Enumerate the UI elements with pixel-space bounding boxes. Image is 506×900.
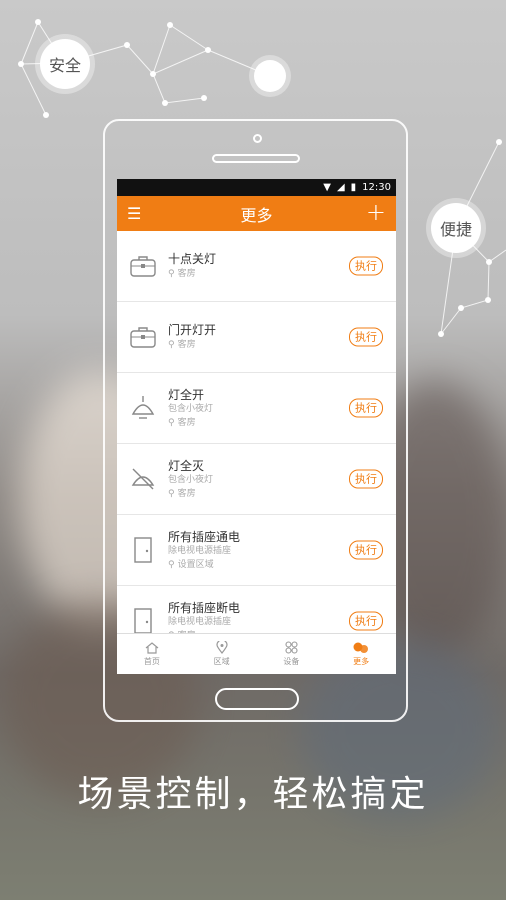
- lamp-off-icon: [131, 468, 155, 490]
- camera-dot: [253, 134, 262, 143]
- tab-label: 设备: [283, 657, 300, 666]
- promo-caption: 场景控制，轻松搞定: [77, 774, 429, 815]
- execute-button[interactable]: 执行: [349, 327, 383, 347]
- scene-title: 灯全开: [168, 387, 205, 402]
- door-icon: [134, 608, 152, 634]
- add-icon[interactable]: +: [366, 199, 386, 225]
- location-icon: [216, 641, 228, 654]
- location-pin-icon: ⚲: [168, 417, 175, 428]
- tab-label: 区域: [213, 657, 230, 666]
- more-icon: [353, 642, 369, 653]
- wifi-icon: ▼: [323, 182, 331, 193]
- execute-button[interactable]: 执行: [349, 611, 383, 631]
- scene-subtitle: 包含小夜灯: [168, 474, 214, 485]
- scene-location: ⚲客房: [168, 487, 213, 501]
- battery-icon: ▮: [350, 182, 357, 193]
- location-pin-icon: ⚲: [168, 559, 175, 570]
- scene-title: 所有插座断电: [168, 600, 241, 615]
- convenience-label: 便捷: [439, 220, 472, 239]
- execute-button[interactable]: 执行: [349, 256, 383, 276]
- scene-title: 门开灯开: [168, 323, 217, 337]
- scene-location: ⚲ 设置区域: [168, 558, 240, 572]
- home-icon: [145, 641, 159, 654]
- location-pin-icon: ⚲: [168, 340, 175, 350]
- scene-list: 十点关灯 ⚲ 客房 执行 门开灯开 ⚲ 客房 执行 灯全开 包含小夜灯 ⚲ 客房 执行: [117, 231, 396, 657]
- execute-button[interactable]: 执行: [349, 469, 383, 489]
- menu-icon[interactable]: ☰: [127, 204, 141, 223]
- app-bar: ☰ 更多 +: [117, 196, 396, 231]
- signal-icon: ◢: [336, 182, 345, 193]
- scene-title: 灯全灭: [168, 458, 205, 473]
- scene-subtitle: 除电视电源插座: [168, 545, 232, 556]
- location-pin-icon: ⚲: [168, 488, 175, 499]
- scene-location-label: 客房: [177, 488, 196, 499]
- scene-subtitle: 除电视电源插座: [168, 616, 232, 627]
- execute-button[interactable]: 执行: [349, 540, 383, 560]
- convenience-bubble: 便捷: [431, 203, 481, 253]
- list-item-text: 灯全开 包含小夜灯 ⚲ 客房: [168, 373, 213, 443]
- status-time: 12:30: [362, 182, 391, 193]
- tab-home[interactable]: 首页: [117, 634, 187, 674]
- list-item[interactable]: 所有插座通电 除电视电源插座 ⚲ 设置区域 执行: [117, 515, 396, 586]
- scene-location-label: 客房: [177, 417, 196, 428]
- scene-location: ⚲客房: [168, 416, 213, 430]
- decorative-bubble: [254, 60, 286, 92]
- list-item[interactable]: 灯全开 包含小夜灯 ⚲ 客房 执行: [117, 373, 396, 444]
- briefcase-icon: [130, 256, 156, 277]
- list-item-text: 所有插座通电 除电视电源插座 ⚲ 设置区域: [168, 515, 240, 585]
- list-item-text: 门开灯开 ⚲ 客房: [168, 302, 216, 372]
- list-item[interactable]: 十点关灯 ⚲ 客房 执行: [117, 231, 396, 302]
- devices-icon: [285, 641, 298, 654]
- location-pin-icon: ⚲: [168, 269, 175, 279]
- scene-subtitle: 包含小夜灯: [168, 403, 214, 414]
- execute-button[interactable]: 执行: [349, 398, 383, 418]
- scene-location: ⚲客房: [168, 338, 216, 352]
- lamp-icon: [131, 396, 155, 419]
- scene-title: 所有插座通电: [168, 529, 241, 544]
- door-icon: [134, 537, 152, 563]
- list-item-text: 灯全灭 包含小夜灯 ⚲ 客房: [168, 444, 213, 514]
- briefcase-icon: [130, 327, 156, 348]
- tab-devices[interactable]: 设备: [257, 634, 327, 674]
- scene-title: 十点关灯: [168, 252, 217, 266]
- security-label: 安全: [48, 56, 81, 75]
- home-button: [215, 688, 299, 710]
- security-bubble: 安全: [40, 39, 90, 89]
- list-item[interactable]: 灯全灭 包含小夜灯 ⚲ 客房 执行: [117, 444, 396, 515]
- page-title: 更多: [240, 205, 273, 225]
- tab-area[interactable]: 区域: [187, 634, 257, 674]
- scene-location: ⚲客房: [168, 267, 216, 281]
- tab-label: 更多: [353, 657, 370, 666]
- tab-label: 首页: [143, 656, 160, 666]
- scene-location-label: 客房: [177, 269, 196, 279]
- scene-location-label: 客房: [177, 340, 196, 350]
- list-item-text: 十点关灯 ⚲ 客房: [168, 231, 216, 301]
- status-bar: ▼ ◢ ▮ 12:30: [117, 179, 396, 196]
- bottom-tab-bar: 首页 区域 设备 更多: [117, 633, 396, 674]
- app-screen: ▼ ◢ ▮ 12:30 ☰ 更多 + 十点关灯 ⚲ 客房 执行 门开灯开 ⚲ 客房 …: [117, 179, 396, 674]
- tab-more[interactable]: 更多: [326, 634, 396, 674]
- speaker-slot: [212, 154, 300, 163]
- scene-location-label: 设置区域: [177, 559, 214, 570]
- list-item[interactable]: 门开灯开 ⚲ 客房 执行: [117, 302, 396, 373]
